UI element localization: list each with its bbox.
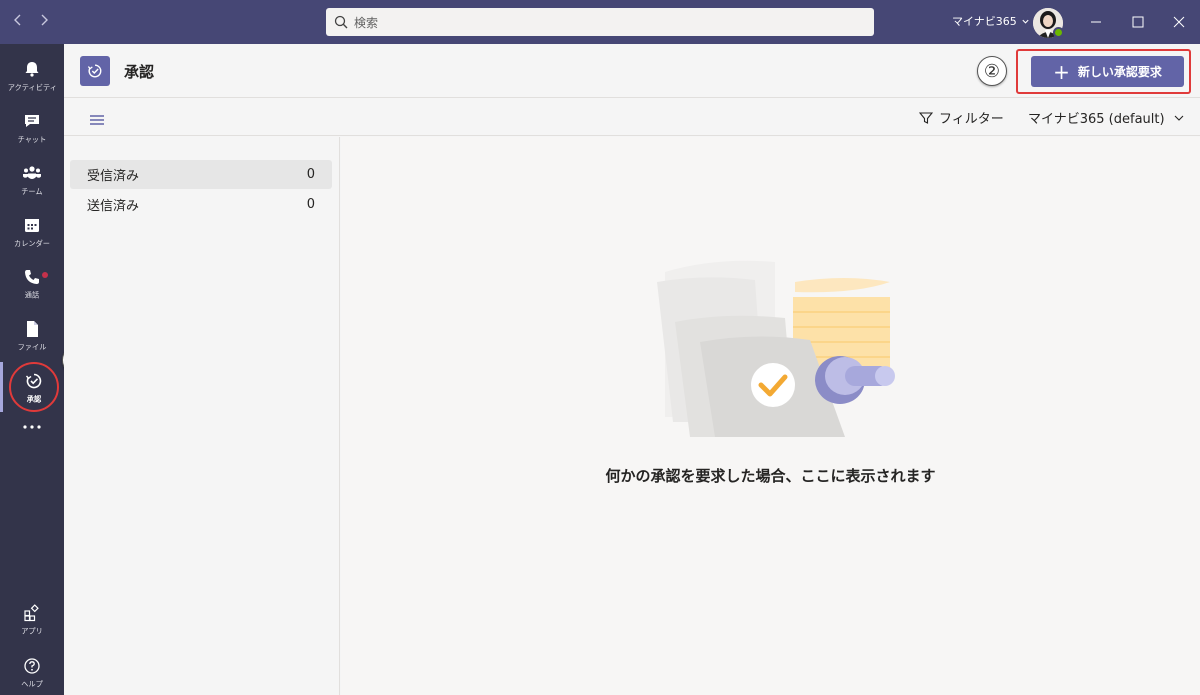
back-arrow-icon[interactable] xyxy=(8,12,28,32)
chevron-down-icon xyxy=(1174,115,1183,121)
rail-label: チーム xyxy=(21,187,43,196)
search-icon xyxy=(334,15,348,29)
rail-label: 通話 xyxy=(24,291,40,300)
rail-label: アプリ xyxy=(21,627,43,636)
org-switcher[interactable]: マイナビ365 xyxy=(952,13,1030,29)
filter-label: フィルター xyxy=(939,112,1004,127)
search-input[interactable]: 検索 xyxy=(326,8,874,36)
approvals-nav-pane: 受信済み 0 送信済み 0 xyxy=(64,137,340,695)
rail-item-teams[interactable]: チーム xyxy=(0,154,64,204)
filter-icon xyxy=(919,111,933,124)
title-bar: 検索 マイナビ365 xyxy=(0,0,1200,44)
calendar-icon xyxy=(21,214,43,236)
more-apps-icon[interactable] xyxy=(0,424,64,448)
bell-icon xyxy=(21,58,43,80)
search-placeholder: 検索 xyxy=(354,15,379,30)
rail-item-files[interactable]: ファイル xyxy=(0,310,64,360)
file-icon xyxy=(21,318,43,340)
app-header: 承認 + 新しい承認要求 xyxy=(64,44,1200,98)
notification-dot xyxy=(42,272,48,278)
new-request-label: 新しい承認要求 xyxy=(1077,65,1162,79)
rail-item-calls[interactable]: 通話 xyxy=(0,258,64,308)
forward-arrow-icon[interactable] xyxy=(34,12,54,32)
tenant-dropdown[interactable]: マイナビ365 (default) xyxy=(1028,108,1185,127)
presence-available-icon xyxy=(1053,27,1064,38)
rail-label: カレンダー xyxy=(14,239,50,248)
plus-icon: + xyxy=(1053,59,1070,84)
help-icon xyxy=(21,655,43,677)
hamburger-menu-icon[interactable] xyxy=(90,111,104,125)
teams-icon xyxy=(21,162,43,184)
apps-icon xyxy=(21,602,43,624)
page-title: 承認 xyxy=(124,63,155,81)
minimize-icon[interactable] xyxy=(1084,10,1108,34)
nav-item-sent[interactable]: 送信済み 0 xyxy=(70,190,332,219)
rail-label: アクティビティ xyxy=(7,83,57,92)
rail-item-activity[interactable]: アクティビティ xyxy=(0,50,64,100)
nav-item-received[interactable]: 受信済み 0 xyxy=(70,160,332,189)
callout-highlight-1 xyxy=(9,362,59,412)
org-name: マイナビ365 xyxy=(952,15,1017,28)
new-approval-request-button[interactable]: + 新しい承認要求 xyxy=(1031,56,1184,87)
nav-label: 受信済み xyxy=(87,169,140,184)
maximize-icon[interactable] xyxy=(1126,10,1150,34)
chat-icon xyxy=(21,110,43,132)
filter-button[interactable]: フィルター xyxy=(919,108,1004,127)
nav-count: 0 xyxy=(306,167,315,182)
toolbar: フィルター マイナビ365 (default) xyxy=(64,98,1200,136)
chevron-down-icon xyxy=(1022,19,1029,24)
close-icon[interactable] xyxy=(1167,10,1191,34)
rail-item-apps[interactable]: アプリ xyxy=(0,594,64,644)
empty-state-illustration xyxy=(657,260,895,437)
rail-label: チャット xyxy=(17,135,47,144)
nav-label: 送信済み xyxy=(87,199,140,214)
approvals-app-icon xyxy=(80,56,110,86)
callout-number-2: ② xyxy=(977,56,1007,86)
rail-label: ファイル xyxy=(17,343,47,352)
empty-state-message: 何かの承認を要求した場合、ここに表示されます xyxy=(605,467,936,485)
rail-item-calendar[interactable]: カレンダー xyxy=(0,206,64,256)
rail-label: ヘルプ xyxy=(21,680,43,689)
nav-count: 0 xyxy=(306,197,315,212)
phone-icon xyxy=(21,266,43,288)
rail-item-chat[interactable]: チャット xyxy=(0,102,64,152)
tenant-label: マイナビ365 (default) xyxy=(1028,112,1165,127)
main-content: 何かの承認を要求した場合、ここに表示されます xyxy=(341,137,1200,695)
rail-item-help[interactable]: ヘルプ xyxy=(0,647,64,695)
